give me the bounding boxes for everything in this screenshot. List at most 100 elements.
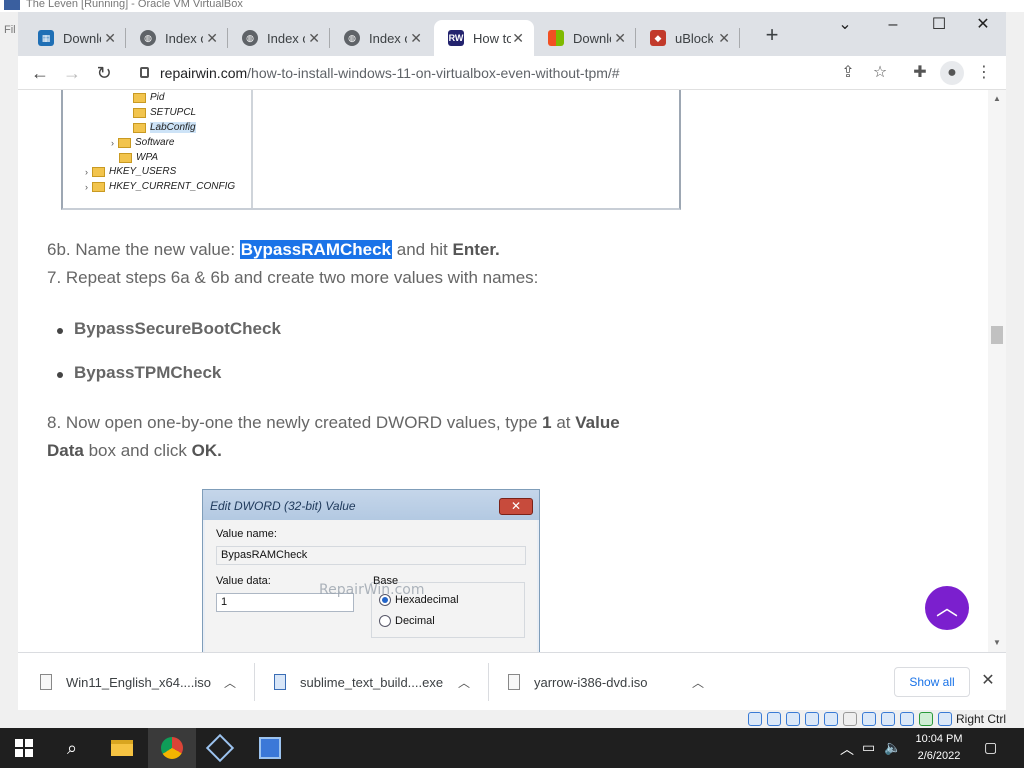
- maximize-button[interactable]: ☐: [916, 12, 962, 42]
- edit-dword-dialog-screenshot: Edit DWORD (32-bit) Value ✕ Value name: …: [202, 489, 540, 652]
- usb-icon[interactable]: [824, 712, 838, 726]
- forward-arrow-icon[interactable]: →: [58, 59, 86, 87]
- show-all-downloads-button[interactable]: Show all: [894, 667, 970, 697]
- registry-item-hkey-current-config: › HKEY_CURRENT_CONFIG: [85, 181, 236, 192]
- host-key-label: Right Ctrl: [956, 712, 1007, 726]
- shared-folders-icon[interactable]: [843, 712, 857, 726]
- vbox-menu-file[interactable]: Fil: [4, 24, 16, 36]
- vbox-right-frame: [1006, 12, 1024, 712]
- notifications-icon[interactable]: ▢: [984, 739, 997, 756]
- recording-icon[interactable]: [881, 712, 895, 726]
- value-name-label: Value name:: [216, 528, 277, 540]
- vbox-left-frame: Fil: [0, 12, 18, 712]
- bookmark-star-icon[interactable]: ☆: [868, 61, 892, 85]
- repairwin-icon: RW: [448, 30, 464, 46]
- tab-close-icon[interactable]: ✕: [206, 30, 218, 47]
- installer-file-icon: [274, 674, 286, 690]
- folder-icon: [133, 122, 146, 133]
- tab-close-icon[interactable]: ✕: [104, 30, 116, 47]
- back-arrow-icon[interactable]: ←: [26, 59, 54, 87]
- chevron-up-icon[interactable]: ︿: [840, 739, 854, 759]
- tab-close-icon[interactable]: ✕: [614, 30, 626, 47]
- optical-drive-icon[interactable]: [767, 712, 781, 726]
- tab-download-windows[interactable]: ▦ Download Windows 11 ✕: [24, 20, 126, 56]
- file-explorer-icon[interactable]: [98, 728, 146, 768]
- tab-how-to-active[interactable]: RW How to ✕: [434, 20, 534, 56]
- folder-icon: [133, 107, 146, 118]
- tab-ublock[interactable]: ◆ uBlock ✕: [636, 20, 740, 56]
- calculator-app-icon[interactable]: [246, 728, 294, 768]
- download-item-win11[interactable]: Win11_English_x64....iso ︿: [40, 653, 255, 711]
- keyboard-capture-icon[interactable]: [938, 712, 952, 726]
- download-item-sublime[interactable]: sublime_text_build....exe ︿: [274, 653, 489, 711]
- registry-item-pid: Pid: [133, 92, 164, 103]
- download-options-chevron-icon[interactable]: ︿: [224, 674, 236, 691]
- menu-kebab-icon[interactable]: ⋮: [972, 61, 996, 85]
- chrome-icon[interactable]: [148, 728, 196, 768]
- scroll-to-top-button[interactable]: ︿: [925, 586, 969, 630]
- tab-index-1[interactable]: ◍ Index of ✕: [126, 20, 228, 56]
- folder-icon: [92, 181, 105, 192]
- tab-index-3[interactable]: ◍ Index of ✕: [330, 20, 432, 56]
- tab-search-dropdown-icon[interactable]: ⌄: [822, 12, 868, 42]
- profile-avatar-icon[interactable]: ●: [940, 61, 964, 85]
- download-item-yarrow[interactable]: yarrow-i386-dvd.iso ︿: [508, 653, 708, 711]
- bullet-secure-boot: BypassSecureBootCheck: [57, 319, 281, 338]
- audio-icon[interactable]: [786, 712, 800, 726]
- microsoft-icon: [548, 30, 564, 46]
- network-icon[interactable]: [805, 712, 819, 726]
- start-windows-icon[interactable]: [0, 728, 48, 768]
- page-scrollbar[interactable]: ▲ ▼: [988, 90, 1006, 652]
- registry-item-software: › Software: [111, 137, 175, 148]
- minimize-button[interactable]: –: [870, 12, 916, 42]
- tab-close-icon[interactable]: ✕: [308, 30, 320, 47]
- download-options-chevron-icon[interactable]: ︿: [458, 674, 470, 691]
- ublock-icon: ◆: [650, 30, 666, 46]
- bullet-tpm: BypassTPMCheck: [56, 363, 222, 382]
- radio-unchecked-icon: [379, 615, 391, 627]
- tab-strip: ▦ Download Windows 11 ✕ ◍ Index of ✕ ◍ I…: [18, 12, 1006, 56]
- tab-close-icon[interactable]: ✕: [410, 30, 422, 47]
- file-icon: [40, 674, 52, 690]
- close-window-button[interactable]: ✕: [960, 12, 1006, 42]
- highlighted-value-name: BypassRAMCheck: [239, 240, 393, 259]
- lock-icon[interactable]: [140, 67, 149, 78]
- mouse-integration-icon[interactable]: [919, 712, 933, 726]
- registry-editor-screenshot: Pid SETUPCL LabConfig › Software WPA › HKE…: [61, 90, 681, 210]
- url-path: /how-to-install-windows-11-on-virtualbox…: [247, 65, 620, 81]
- tab-download-ms[interactable]: Download ✕: [534, 20, 636, 56]
- address-bar[interactable]: repairwin.com/how-to-install-windows-11-…: [130, 58, 890, 88]
- url-domain: repairwin.com: [160, 65, 248, 81]
- new-tab-button[interactable]: +: [758, 22, 786, 50]
- folder-icon: [92, 166, 105, 177]
- browser-toolbar: ← → ↻ repairwin.com/how-to-install-windo…: [18, 56, 1006, 90]
- dialog-title: Edit DWORD (32-bit) Value: [203, 490, 539, 520]
- download-options-chevron-icon[interactable]: ︿: [692, 674, 704, 691]
- close-shelf-icon[interactable]: ✕: [976, 669, 1000, 693]
- reload-icon[interactable]: ↻: [90, 59, 118, 87]
- page-content: Pid SETUPCL LabConfig › Software WPA › HKE…: [18, 90, 988, 652]
- registry-item-labconfig: LabConfig: [133, 122, 196, 133]
- network-tray-icon[interactable]: ▭: [862, 739, 875, 756]
- globe-icon: ◍: [344, 30, 360, 46]
- step-8-line1: 8. Now open one-by-one the newly created…: [47, 413, 620, 432]
- registry-item-setupcl: SETUPCL: [133, 107, 196, 118]
- hard-disk-icon[interactable]: [748, 712, 762, 726]
- share-icon[interactable]: ⇪: [836, 61, 860, 85]
- extensions-puzzle-icon[interactable]: ✚: [908, 61, 932, 85]
- scroll-down-arrow-icon[interactable]: ▼: [993, 638, 1001, 647]
- vbox-title-text: The Leven [Running] - Oracle VM VirtualB…: [26, 0, 243, 10]
- vbox-title-bar: The Leven [Running] - Oracle VM VirtualB…: [0, 0, 1024, 12]
- tab-close-icon[interactable]: ✕: [718, 30, 730, 47]
- tab-index-2[interactable]: ◍ Index of ✕: [228, 20, 330, 56]
- virtualbox-taskbar-icon[interactable]: [196, 728, 244, 768]
- volume-muted-icon[interactable]: 🔈: [884, 739, 901, 756]
- virtualization-icon[interactable]: [900, 712, 914, 726]
- scrollbar-thumb[interactable]: [991, 326, 1003, 344]
- tab-close-icon[interactable]: ✕: [512, 30, 524, 47]
- search-icon[interactable]: ⌕: [48, 728, 96, 768]
- clock[interactable]: 10:04 PM 2/6/2022: [910, 731, 968, 765]
- scroll-up-arrow-icon[interactable]: ▲: [993, 94, 1001, 103]
- globe-icon: ◍: [242, 30, 258, 46]
- display-icon[interactable]: [862, 712, 876, 726]
